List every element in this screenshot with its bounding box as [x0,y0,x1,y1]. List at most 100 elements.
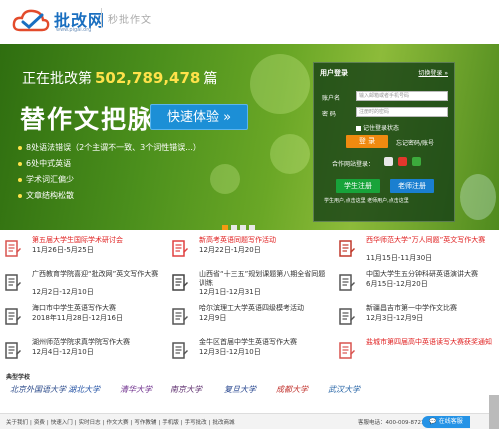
feature-item: 文章结构松散 [18,188,201,204]
switch-login-link[interactable]: 切换登录 » [418,68,448,77]
bokeh-light [250,54,310,114]
student-register-button[interactable]: 学生注册 [336,179,380,193]
news-item[interactable]: 广西教育学院喜迎“批改网”英文写作大赛 12月2日-12月10日 [0,270,165,296]
footer-link[interactable]: 资费 [34,420,45,426]
footer-separator: | [46,420,49,426]
news-title[interactable]: 西华师范大学“万人同题”英文写作大赛 [366,236,498,245]
news-item[interactable]: 西华师范大学“万人同题”英文写作大赛 11月15日-11月30日 [334,236,499,262]
document-icon [339,240,355,257]
footer-separator: | [180,420,183,426]
slide-dot[interactable] [240,225,246,230]
news-item[interactable]: 海口市中学生英语写作大赛 2018年11月28日-12月16日 [0,304,165,330]
school-logo[interactable]: 北京外国语大学 [10,384,66,395]
footer-bar: 关于我们 | 资费 | 快速入门 | 实时日志 | 作文大赛 | 写作教辅 | 手机版 | 手写批改 | 批改商… [0,413,499,429]
news-item[interactable]: 山西省“十三五”规划课题第八期全省同题训练 12月1日-12月31日 [167,270,332,296]
document-icon [339,342,355,359]
news-title[interactable]: 广西教育学院喜迎“批改网”英文写作大赛 [32,270,164,279]
slide-dot[interactable] [222,225,228,230]
news-date: 11月15日-11月30日 [366,254,433,262]
news-title[interactable]: 第五届大学生国际学术研讨会 [32,236,164,245]
header-divider [101,8,102,28]
qq-login-icon[interactable] [384,157,393,166]
news-item[interactable]: 金牛区首届中学生英语写作大赛 12月3日-12月10日 [167,338,332,364]
school-logo[interactable]: 南京大学 [170,384,202,395]
school-logo[interactable]: 成都大学 [276,384,308,395]
document-icon [339,274,355,291]
document-icon [172,274,188,291]
footer-link[interactable]: 写作教辅 [134,420,156,426]
password-label: 密 码 [322,111,336,118]
cloud-check-logo-icon [12,9,50,32]
news-title[interactable]: 中国大学生五分钟科研英语演讲大赛 [366,270,498,279]
school-logo[interactable]: 清华大学 [120,384,152,395]
news-item[interactable]: 新疆昌吉市第一中学作文比赛 12月3日-12月9日 [334,304,499,330]
news-item[interactable]: 哈尔滨理工大学英语四级模考活动 12月9日 [167,304,332,330]
side-scroll-handle[interactable] [489,395,499,429]
news-item[interactable]: 第五届大学生国际学术研讨会 11月26日-5月25日 [0,236,165,262]
footer-link[interactable]: 关于我们 [6,420,28,426]
quick-try-button[interactable]: 快速体验 » [150,104,248,130]
footer-separator: | [30,420,32,426]
school-logo[interactable]: 复旦大学 [224,384,256,395]
document-icon [172,240,188,257]
school-logo[interactable]: 湖北大学 [68,384,100,395]
footer-separator: | [102,420,105,426]
feature-item: 8处语法错误（2个主谓不一致、3个词性错误...） [18,140,201,156]
news-date: 12月9日 [199,314,227,322]
slide-dot[interactable] [249,225,255,230]
remember-checkbox[interactable]: 记住登录状态 [356,123,399,132]
bokeh-light [270,134,310,174]
password-input[interactable]: 注册时的密码 [356,107,448,117]
bullet-icon [18,193,22,198]
news-item[interactable]: 盐城市第四届高中英语读写大赛获奖通知 [334,338,499,364]
chat-icon: 💬 [429,418,439,425]
news-title[interactable]: 新高考英语同题写作活动 [199,236,331,245]
news-date: 12月4日-12月10日 [32,348,94,356]
news-title[interactable]: 湖州师范学院求真学院写作大赛 [32,338,164,347]
news-date: 12月3日-12月10日 [199,348,261,356]
footer-link[interactable]: 手写批改 [185,420,207,426]
document-icon [5,342,21,359]
footer-separator: | [208,420,211,426]
school-logo[interactable]: 武汉大学 [328,384,360,395]
header-slogan: 秒批作文 [108,15,152,26]
news-title[interactable]: 哈尔滨理工大学英语四级模考活动 [199,304,331,313]
login-panel: 用户登录 切换登录 » 账户名 输入邮箱或者手机号码 密 码 注册时的密码 记住… [313,62,455,222]
checkbox-icon[interactable] [356,126,361,131]
bullet-icon [18,161,22,166]
wechat-login-icon[interactable] [412,157,421,166]
banner-headline: 替作文把脉 [20,105,156,134]
schools-title: 典型学校 [6,374,31,381]
news-item[interactable]: 湖州师范学院求真学院写作大赛 12月4日-12月10日 [0,338,165,364]
footer-link[interactable]: 实时日志 [79,420,101,426]
weibo-login-icon[interactable] [398,157,407,166]
counter-prefix: 正在批改第 [22,71,92,87]
account-input[interactable]: 输入邮箱或者手机号码 [356,91,448,101]
footer-link[interactable]: 作文大赛 [107,420,129,426]
slide-dot[interactable] [231,225,237,230]
teacher-register-button[interactable]: 老师注册 [390,179,434,193]
news-item[interactable]: 中国大学生五分钟科研英语演讲大赛 6月15日-12月20日 [334,270,499,296]
counter-number: 502,789,478 [95,69,201,87]
document-icon [5,274,21,291]
news-title[interactable]: 金牛区首届中学生英语写作大赛 [199,338,331,347]
news-title[interactable]: 海口市中学生英语写作大赛 [32,304,164,313]
footer-separator: | [158,420,161,426]
news-title[interactable]: 新疆昌吉市第一中学作文比赛 [366,304,498,313]
document-icon [5,240,21,257]
footer-link[interactable]: 手机版 [162,420,179,426]
glass-beaker [460,174,496,220]
feature-list: 8处语法错误（2个主谓不一致、3个词性错误...） 6处中式英语 学术词汇偏少 … [18,140,201,204]
hero-banner: 正在批改第 502,789,478 篇 替作文把脉 快速体验 » 8处语法错误（2个… [0,44,499,230]
login-button[interactable]: 登 录 [346,135,388,148]
forgot-password-link[interactable]: 忘记密码/账号 [396,138,434,147]
news-title[interactable]: 盐城市第四届高中英语读写大赛获奖通知 [366,338,498,347]
footer-link[interactable]: 批改商城 [213,420,235,426]
footer-link[interactable]: 快速入门 [51,420,73,426]
news-title[interactable]: 山西省“十三五”规划课题第八期全省同题训练 [199,270,331,288]
document-icon [172,308,188,325]
register-links[interactable]: 学生用户,点击这里 老师用户,点击这里 [324,197,409,204]
news-item[interactable]: 新高考英语同题写作活动 12月22日-1月20日 [167,236,332,262]
online-service-button[interactable]: 💬 在线客服 [422,416,470,428]
logo-url: www.pigai.org [56,27,92,33]
